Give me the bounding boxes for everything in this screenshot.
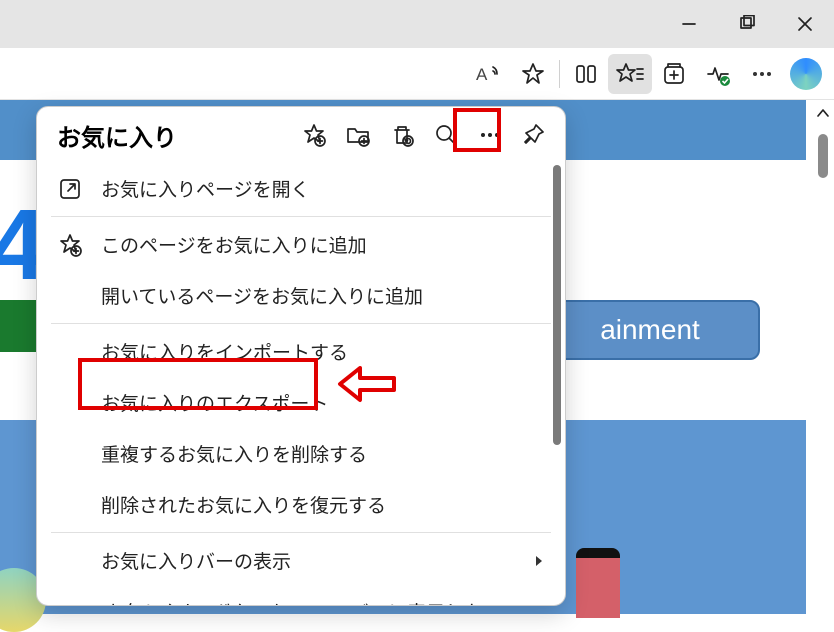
reading-view-button[interactable]: A: [467, 54, 511, 94]
menu-item-label: お気に入りのエクスポート: [101, 389, 328, 416]
favorites-menu-list: お気に入りページを開く このページをお気に入りに追加 開いているページをお気に入…: [37, 163, 565, 605]
more-button[interactable]: [740, 54, 784, 94]
toolbar-separator: [559, 60, 560, 88]
copilot-button[interactable]: [784, 54, 828, 94]
delete-button[interactable]: [383, 117, 421, 153]
svg-text:A: A: [476, 65, 488, 84]
add-favorite-button[interactable]: [295, 117, 333, 153]
favorites-popup: お気に入り お気に入りページを開く: [36, 106, 566, 606]
menu-item-label: お気に入りをインポートする: [101, 338, 348, 365]
menu-item-label: 重複するお気に入りを削除する: [101, 440, 367, 467]
favorites-more-button[interactable]: [471, 117, 509, 153]
favorites-header: お気に入り: [37, 107, 565, 163]
close-button[interactable]: [776, 0, 834, 48]
maximize-button[interactable]: [718, 0, 776, 48]
open-page-icon: [55, 177, 85, 201]
menu-item-label: お気に入りページを開く: [101, 175, 310, 202]
add-folder-button[interactable]: [339, 117, 377, 153]
menu-open-favorites-page[interactable]: お気に入りページを開く: [37, 163, 565, 214]
favorites-title: お気に入り: [57, 118, 289, 153]
menu-add-this-page[interactable]: このページをお気に入りに追加: [37, 219, 565, 270]
minimize-button[interactable]: [660, 0, 718, 48]
menu-item-label: お気に入りバーの表示: [101, 547, 291, 574]
menu-item-label: [お気に入り] ボタンをツール バーに表示しない: [101, 598, 502, 605]
search-favorites-button[interactable]: [427, 117, 465, 153]
split-screen-button[interactable]: [564, 54, 608, 94]
menu-show-favorites-bar[interactable]: お気に入りバーの表示: [37, 535, 565, 586]
scroll-thumb[interactable]: [818, 134, 828, 178]
menu-export-favorites[interactable]: お気に入りのエクスポート: [37, 377, 565, 428]
menu-item-label: このページをお気に入りに追加: [101, 231, 367, 258]
page-scrollbar[interactable]: [810, 100, 834, 614]
star-plus-icon: [55, 232, 85, 258]
entertainment-label: ainment: [600, 314, 700, 346]
page-decor-stick: [576, 548, 620, 618]
favorites-list-button[interactable]: [608, 54, 652, 94]
favorites-menu-scroll: お気に入りページを開く このページをお気に入りに追加 開いているページをお気に入…: [37, 163, 565, 605]
menu-remove-duplicates[interactable]: 重複するお気に入りを削除する: [37, 428, 565, 479]
scroll-up-arrow-icon[interactable]: [816, 106, 830, 120]
menu-separator: [51, 532, 551, 533]
menu-separator: [51, 323, 551, 324]
menu-add-open-pages[interactable]: 開いているページをお気に入りに追加: [37, 270, 565, 321]
browser-toolbar: A: [0, 48, 834, 100]
copilot-icon: [790, 58, 822, 90]
window-title-bar: [0, 0, 834, 48]
menu-item-label: 削除されたお気に入りを復元する: [101, 491, 386, 518]
favorites-scroll-thumb[interactable]: [553, 165, 561, 445]
menu-import-favorites[interactable]: お気に入りをインポートする: [37, 326, 565, 377]
menu-item-label: 開いているページをお気に入りに追加: [101, 282, 423, 309]
submenu-arrow-icon: [533, 554, 545, 568]
performance-button[interactable]: [696, 54, 740, 94]
pin-button[interactable]: [515, 117, 553, 153]
menu-separator: [51, 216, 551, 217]
favorite-star-button[interactable]: [511, 54, 555, 94]
collections-button[interactable]: [652, 54, 696, 94]
menu-restore-deleted[interactable]: 削除されたお気に入りを復元する: [37, 479, 565, 530]
menu-hide-favorites-button[interactable]: [お気に入り] ボタンをツール バーに表示しない: [37, 586, 565, 605]
